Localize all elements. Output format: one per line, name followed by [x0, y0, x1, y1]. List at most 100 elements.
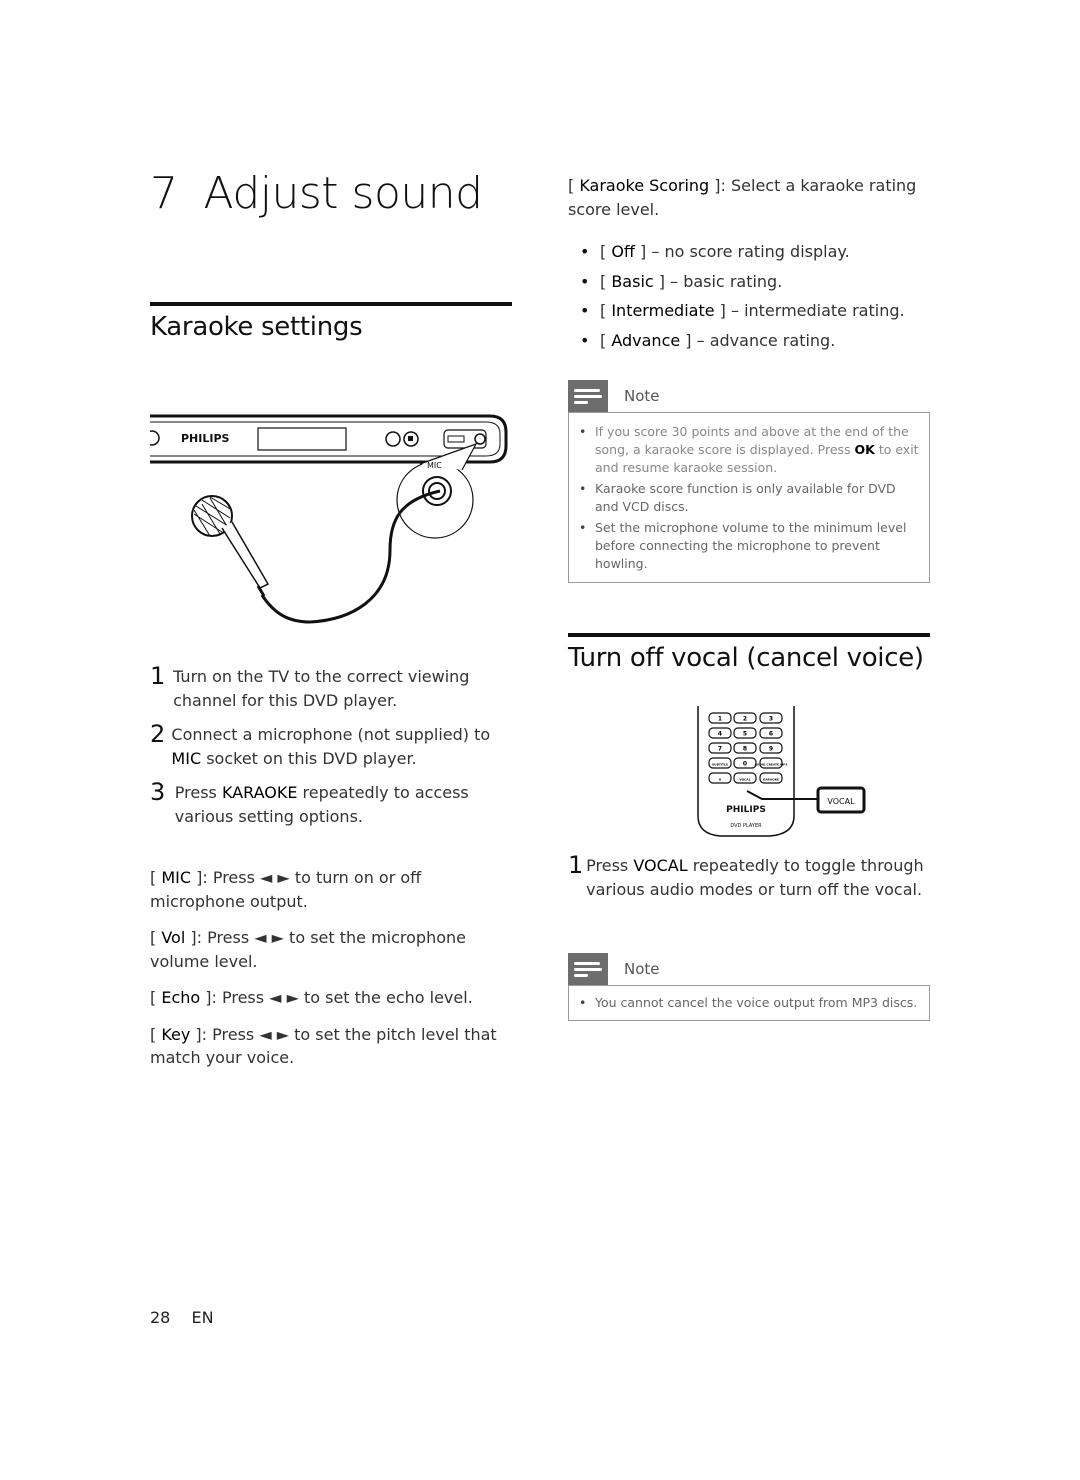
option-mic: [ MIC ]: Press ◄ ► to turn on or off mic…: [150, 868, 422, 911]
turn-off-vocal-heading: Turn off vocal (cancel voice): [568, 643, 924, 673]
mic-socket: [474, 433, 486, 445]
level-name: Advance: [611, 330, 681, 350]
play-pause-button-icon: [385, 431, 401, 447]
language-code: EN: [191, 1308, 214, 1327]
step-text-part: Press: [586, 856, 634, 875]
step-text-part: Press: [174, 783, 222, 802]
mic-keyword: MIC: [171, 748, 202, 768]
remote-key-label: VOCAL: [739, 778, 750, 782]
vocal-callout-label: VOCAL: [827, 797, 855, 806]
remote-key-label: 0: [743, 761, 747, 768]
step-text: Press VOCAL repeatedly to toggle through…: [586, 854, 928, 901]
remote-keypad: 1 2 34 5 67 8 9SUBTITLE 0 AUDIO CREATE MP3⊞ VOCAL…: [708, 712, 788, 784]
remote-key-label: 1: [718, 716, 722, 723]
note-item: Karaoke score function is only available…: [577, 480, 921, 516]
note-item: You cannot cancel the voice output from …: [577, 994, 921, 1012]
option-desc: : Press ◄ ► to set the pitch level that …: [150, 1024, 497, 1068]
level-desc: – advance rating.: [691, 330, 836, 350]
step-text: Connect a microphone (not supplied) to M…: [171, 723, 510, 770]
step-number: 1: [568, 851, 584, 879]
level-desc: – no score rating display.: [646, 242, 850, 261]
remote-key-label: AUDIO CREATE MP3: [755, 763, 788, 767]
karaoke-scoring-description: [ Karaoke Scoring ]: Select a karaoke ra…: [568, 176, 917, 219]
mic-label: MIC: [427, 461, 442, 470]
option-echo: [ Echo ]: Press ◄ ► to set the echo leve…: [150, 988, 473, 1007]
option-name: Echo: [161, 988, 201, 1007]
note-title: Note: [624, 387, 660, 405]
step-number: 3: [150, 778, 166, 806]
remote-key-label: 9: [769, 746, 773, 753]
display-window: [257, 427, 347, 451]
note-icon: [568, 953, 608, 985]
remote-key-label: 8: [743, 746, 747, 753]
step-text: Press KARAOKE repeatedly to access vario…: [175, 781, 510, 828]
remote-key-label: 5: [743, 731, 747, 738]
step-3: 3 Press KARAOKE repeatedly to access var…: [150, 778, 510, 828]
step-2: 2 Connect a microphone (not supplied) to…: [150, 722, 510, 770]
section-rule: [150, 302, 512, 306]
step-text-part: Connect a microphone (not supplied) to: [171, 725, 491, 744]
option-vol: [ Vol ]: Press ◄ ► to set the microphone…: [150, 928, 466, 971]
vocal-step-1: 1 Press VOCAL repeatedly to toggle throu…: [568, 851, 928, 901]
remote-key-label: 2: [743, 716, 747, 723]
chapter-title: 7 Adjust sound: [150, 168, 483, 219]
option-desc: : Press ◄ ► to set the echo level.: [211, 988, 473, 1007]
option-name: Vol: [161, 928, 186, 947]
note-icon: [568, 380, 608, 412]
option-name: Karaoke Scoring: [579, 176, 710, 195]
chapter-name: Adjust sound: [203, 168, 484, 219]
level-name: Intermediate: [611, 301, 715, 320]
note-body: If you score 30 points and above at the …: [568, 412, 930, 583]
remote-body: [697, 706, 795, 837]
remote-model: DVD PLAYER: [730, 823, 762, 829]
level-name: Off: [611, 242, 635, 261]
page-footer: 28 EN: [150, 1308, 214, 1327]
remote-key-label: 4: [718, 731, 722, 738]
scoring-level-off: [ Off ] – no score rating display.: [572, 237, 932, 267]
level-name: Basic: [611, 271, 654, 291]
option-key: [ Key ]: Press ◄ ► to set the pitch leve…: [150, 1024, 497, 1068]
remote-key-label: 7: [718, 746, 722, 753]
eject-button-icon: [150, 430, 160, 446]
step-text: Turn on the TV to the correct viewing ch…: [173, 667, 470, 710]
note-text: Karaoke score function is only available…: [595, 481, 896, 514]
karaoke-steps: 1 Turn on the TV to the correct viewing …: [150, 662, 510, 828]
option-name: MIC: [161, 868, 192, 887]
scoring-level-intermediate: [ Intermediate ] – intermediate rating.: [572, 296, 932, 326]
note-vocal: Note You cannot cancel the voice output …: [568, 953, 930, 1021]
note-text: You cannot cancel the voice output from …: [595, 995, 918, 1010]
step-number: 1: [150, 662, 166, 690]
philips-logo: PHILIPS: [181, 432, 230, 445]
scoring-level-advance: [ Advance ] – advance rating.: [572, 326, 932, 356]
dvd-player-microphone-illustration: PHILIPS MIC: [150, 414, 508, 624]
note-body: You cannot cancel the voice output from …: [568, 985, 930, 1021]
karaoke-settings-heading: Karaoke settings: [150, 312, 363, 342]
usb-port: [443, 429, 487, 449]
remote-key-label: 6: [769, 731, 773, 738]
karaoke-keyword: KARAOKE: [221, 783, 298, 802]
note-header: Note: [568, 380, 930, 412]
note-header: Note: [568, 953, 930, 985]
ok-keyword: OK: [854, 442, 875, 457]
remote-brand: PHILIPS: [726, 805, 766, 815]
remote-key-label: KARAOKE: [763, 778, 779, 782]
microphone-icon: [191, 495, 270, 597]
note-title: Note: [624, 960, 660, 978]
level-desc: – basic rating.: [665, 271, 783, 291]
option-desc: : Press ◄ ► to turn on or off microphone…: [150, 868, 422, 911]
remote-control-illustration: 1 2 34 5 67 8 9SUBTITLE 0 AUDIO CREATE MP3⊞ VOCAL…: [697, 706, 866, 837]
scoring-level-basic: [ Basic ] – basic rating.: [572, 267, 932, 297]
mic-socket-callout: [396, 461, 474, 539]
note-karaoke: Note If you score 30 points and above at…: [568, 380, 930, 583]
karaoke-options: [ MIC ]: Press ◄ ► to turn on or off mic…: [150, 866, 500, 1070]
page-number: 28: [150, 1308, 171, 1327]
remote-key-label: 3: [769, 716, 773, 723]
vocal-keyword: VOCAL: [633, 856, 688, 875]
step-text-part: socket on this DVD player.: [201, 748, 417, 768]
level-desc: – intermediate rating.: [725, 301, 905, 320]
note-text: Set the microphone volume to the minimum…: [595, 520, 907, 571]
step-1: 1 Turn on the TV to the correct viewing …: [150, 662, 510, 712]
chapter-number: 7: [150, 168, 178, 219]
note-item: If you score 30 points and above at the …: [577, 423, 921, 477]
option-desc: : Press ◄ ► to set the microphone volume…: [150, 928, 466, 971]
